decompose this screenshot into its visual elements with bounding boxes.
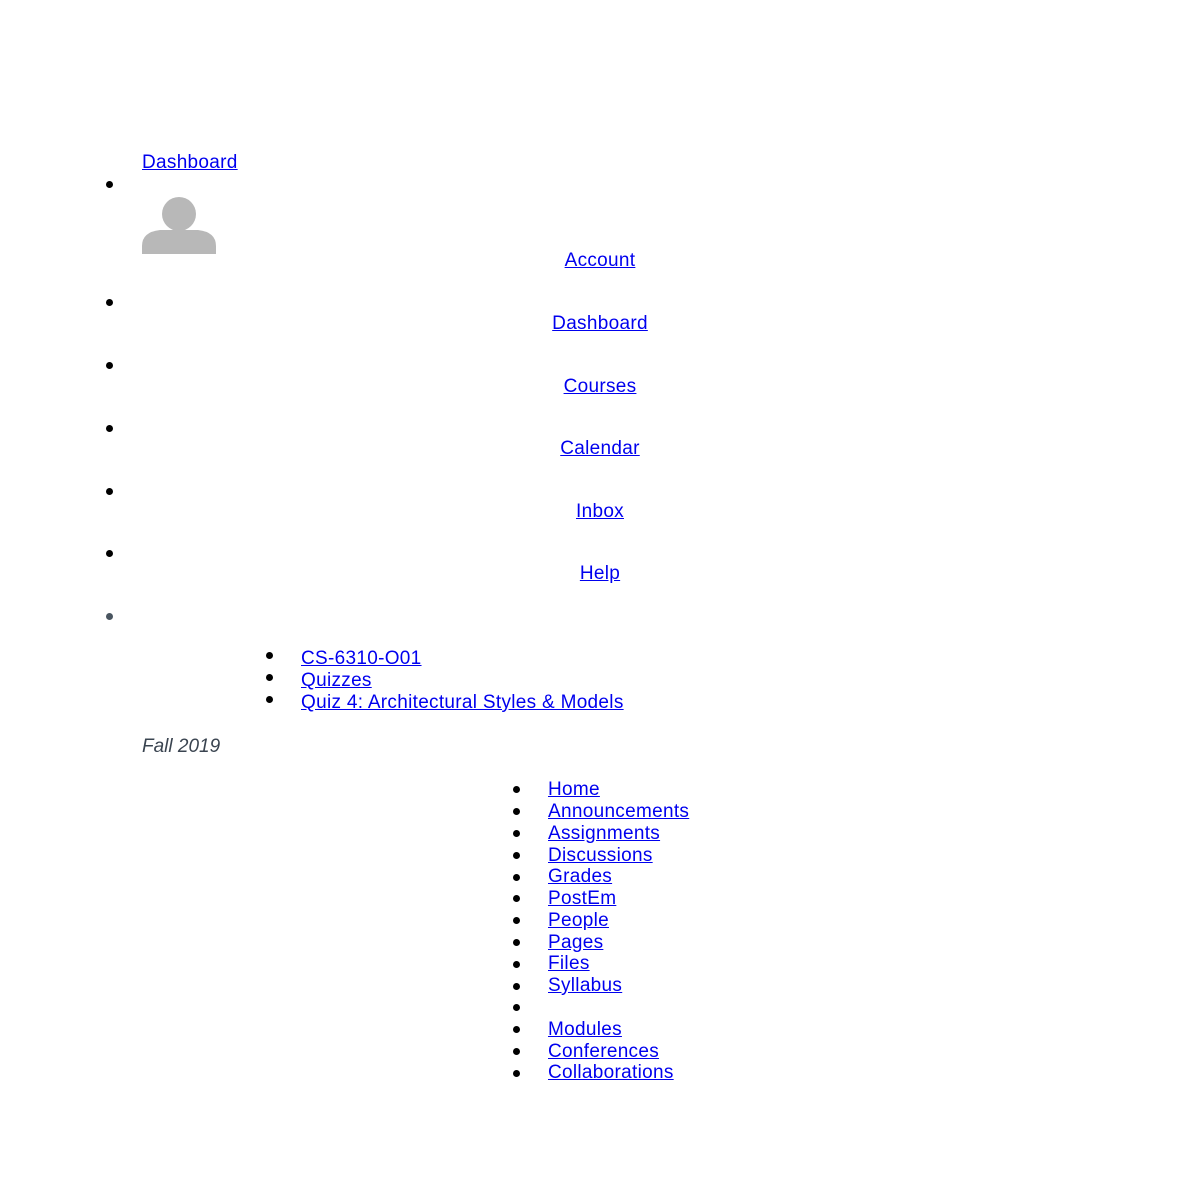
course-nav-assignments[interactable]: Assignments <box>548 823 660 845</box>
list-bullet <box>106 362 113 369</box>
list-bullet <box>513 874 520 881</box>
course-term: Fall 2019 <box>142 736 221 757</box>
list-bullet <box>513 895 520 902</box>
global-nav-inbox[interactable]: Inbox <box>0 501 1200 523</box>
list-bullet <box>513 830 520 837</box>
course-nav-collaborations[interactable]: Collaborations <box>548 1062 674 1084</box>
course-nav-postem[interactable]: PostEm <box>548 888 616 910</box>
course-nav-modules[interactable]: Modules <box>548 1019 622 1041</box>
global-nav-help[interactable]: Help <box>0 563 1200 585</box>
list-bullet <box>106 299 113 306</box>
global-nav-calendar[interactable]: Calendar <box>0 438 1200 460</box>
list-bullet <box>106 488 113 495</box>
list-bullet <box>513 1048 520 1055</box>
course-nav-discussions[interactable]: Discussions <box>548 845 653 867</box>
list-bullet <box>513 786 520 793</box>
course-nav-conferences[interactable]: Conferences <box>548 1041 659 1063</box>
list-bullet <box>106 181 113 188</box>
user-silhouette-icon <box>142 197 216 254</box>
avatar[interactable] <box>142 196 216 254</box>
breadcrumb-quizzes[interactable]: Quizzes <box>301 670 372 692</box>
list-bullet <box>106 613 113 620</box>
list-bullet <box>266 652 273 659</box>
list-bullet <box>106 425 113 432</box>
list-bullet <box>106 550 113 557</box>
course-nav-announcements[interactable]: Announcements <box>548 801 689 823</box>
list-bullet <box>513 1026 520 1033</box>
course-nav-people[interactable]: People <box>548 910 609 932</box>
course-nav-home[interactable]: Home <box>548 779 600 801</box>
list-bullet <box>513 961 520 968</box>
global-nav-courses[interactable]: Courses <box>0 376 1200 398</box>
list-bullet <box>513 852 520 859</box>
list-bullet <box>513 983 520 990</box>
header-dashboard-link[interactable]: Dashboard <box>142 152 238 174</box>
course-nav-files[interactable]: Files <box>548 953 590 975</box>
course-nav-syllabus[interactable]: Syllabus <box>548 975 622 997</box>
breadcrumb-course[interactable]: CS-6310-O01 <box>301 648 422 670</box>
list-bullet <box>513 1004 520 1011</box>
global-nav-dashboard[interactable]: Dashboard <box>0 313 1200 335</box>
list-bullet <box>513 917 520 924</box>
list-bullet <box>513 939 520 946</box>
global-nav-account[interactable]: Account <box>0 250 1200 272</box>
list-bullet <box>266 696 273 703</box>
course-nav-grades[interactable]: Grades <box>548 866 612 888</box>
list-bullet <box>266 674 273 681</box>
list-bullet <box>513 1070 520 1077</box>
list-bullet <box>513 808 520 815</box>
breadcrumb-quiz[interactable]: Quiz 4: Architectural Styles & Models <box>301 692 624 714</box>
course-nav-pages[interactable]: Pages <box>548 932 603 954</box>
